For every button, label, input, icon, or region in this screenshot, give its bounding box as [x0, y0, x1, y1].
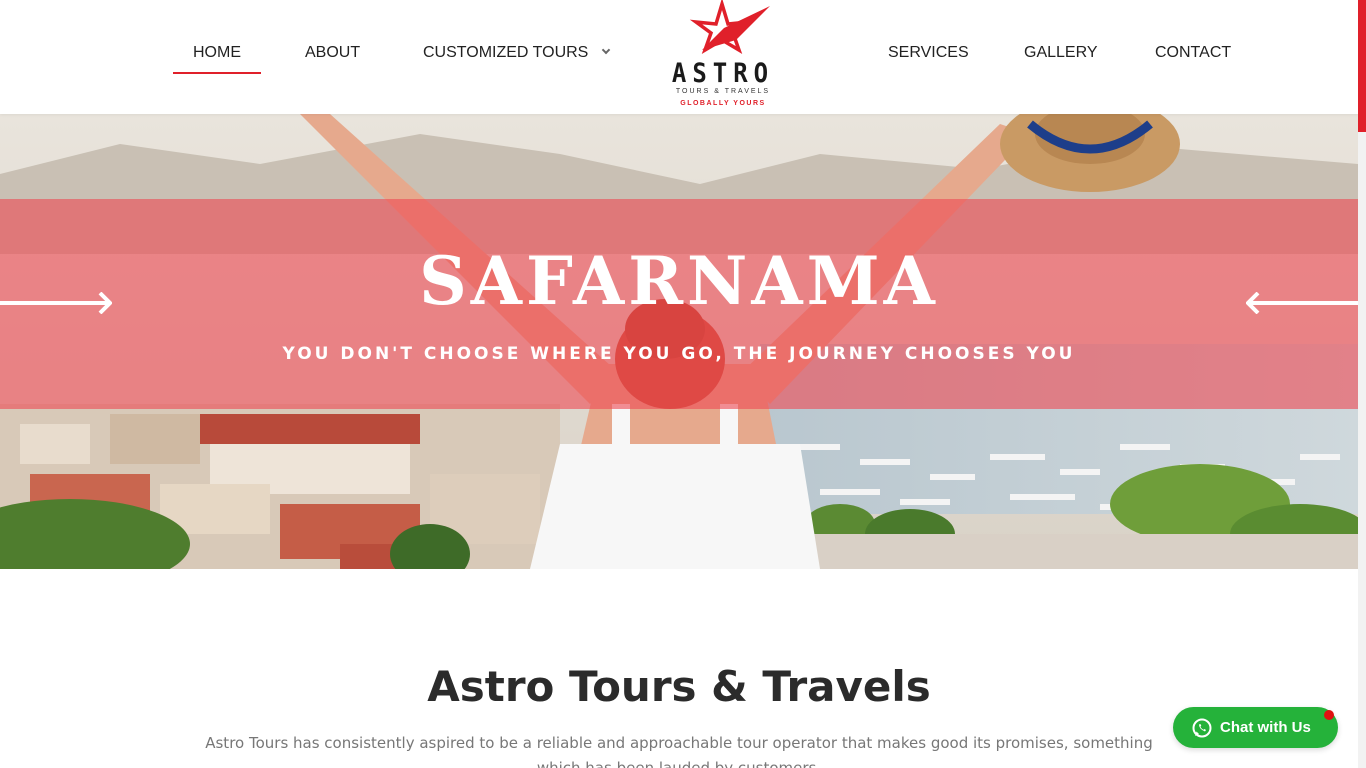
nav-gallery-label: GALLERY: [1024, 44, 1098, 61]
section-title: Astro Tours & Travels: [427, 662, 931, 711]
whatsapp-icon: [1192, 718, 1212, 737]
nav-about-label: ABOUT: [305, 44, 361, 61]
about-paragraph: Astro Tours has consistently aspired to …: [205, 734, 1153, 768]
chat-button-label: Chat with Us: [1220, 719, 1311, 736]
nav-gallery[interactable]: GALLERY: [1024, 44, 1098, 62]
scrollbar-thumb[interactable]: [1358, 0, 1366, 132]
nav-home-label: HOME: [193, 44, 241, 61]
hero-slider: SAFARNAMA YOU DON'T CHOOSE WHERE YOU GO,…: [0, 114, 1358, 569]
nav-customized-tours-label: CUSTOMIZED TOURS: [423, 44, 589, 61]
scrollbar[interactable]: [1358, 0, 1366, 768]
nav-services-label: SERVICES: [888, 44, 969, 61]
logo-tagline: GLOBALLY YOURS: [680, 100, 766, 107]
slider-prev-arrow-icon[interactable]: [0, 292, 112, 314]
nav-contact[interactable]: CONTACT: [1155, 44, 1231, 62]
slider-next-arrow-icon[interactable]: [1246, 292, 1358, 314]
hero-title: SAFARNAMA: [419, 242, 939, 320]
nav-home[interactable]: HOME: [173, 44, 261, 74]
nav-services[interactable]: SERVICES: [888, 44, 969, 62]
logo-wordmark: ASTRO: [671, 57, 775, 89]
nav-about[interactable]: ABOUT: [305, 44, 360, 62]
chat-with-us-button[interactable]: Chat with Us: [1173, 707, 1338, 748]
notification-dot: [1324, 710, 1334, 720]
logo-subtitle: TOURS & TRAVELS: [675, 88, 771, 95]
hero-subtitle: YOU DON'T CHOOSE WHERE YOU GO, THE JOURN…: [282, 344, 1076, 364]
chevron-down-icon: [601, 45, 611, 55]
nav-contact-label: CONTACT: [1155, 44, 1232, 61]
nav-customized-tours[interactable]: CUSTOMIZED TOURS: [423, 44, 611, 62]
logo-star-icon[interactable]: [666, 0, 778, 112]
site-header: HOME ABOUT CUSTOMIZED TOURS ASTRO TOURS …: [0, 0, 1358, 114]
